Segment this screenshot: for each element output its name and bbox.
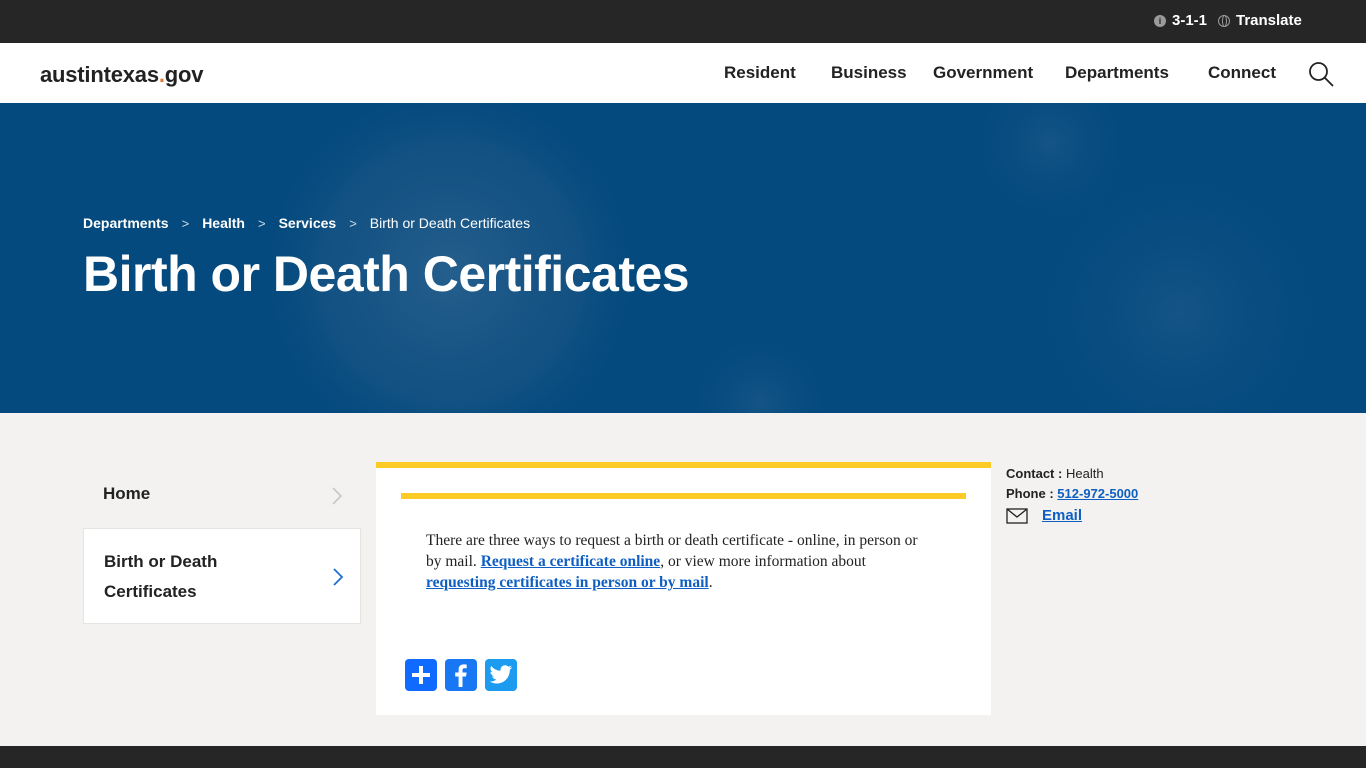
accent-divider [401, 493, 966, 499]
utility-bar: i 3-1-1 Translate [0, 0, 1366, 43]
phone-line: Phone : 512-972-5000 [1006, 484, 1138, 504]
breadcrumb-separator: > [181, 215, 190, 231]
breadcrumb-separator: > [349, 215, 357, 231]
contact-value: Health [1065, 466, 1104, 481]
request-online-link[interactable]: Request a certificate online [481, 553, 661, 570]
email-link[interactable]: Email [1042, 507, 1082, 524]
side-nav-item-birth-death-certificates[interactable]: Birth or Death Certificates [83, 528, 361, 624]
share-plus-icon [412, 666, 430, 684]
side-nav-label-home: Home [103, 484, 151, 503]
nav-resident[interactable]: Resident [724, 63, 796, 83]
translate-button[interactable]: Translate [1218, 12, 1302, 29]
facebook-icon [455, 664, 467, 687]
site-footer [0, 746, 1366, 768]
contact-line: Contact : Health [1006, 464, 1138, 484]
breadcrumb-health[interactable]: Health [202, 215, 245, 231]
logo-tld: gov [164, 62, 204, 87]
content-paragraph: There are three ways to request a birth … [426, 530, 936, 593]
side-nav-item-home[interactable]: Home [83, 462, 361, 528]
nav-business[interactable]: Business [831, 63, 907, 83]
info-icon: i [1154, 14, 1166, 27]
breadcrumb-separator: > [257, 215, 266, 231]
content-end: . [708, 574, 713, 591]
breadcrumb-departments[interactable]: Departments [83, 215, 169, 231]
nav-connect[interactable]: Connect [1208, 63, 1276, 83]
search-icon[interactable] [1308, 61, 1334, 87]
share-buttons [405, 659, 517, 691]
twitter-share-button[interactable] [485, 659, 517, 691]
logo-main: austintexas [40, 62, 159, 87]
twitter-icon [489, 665, 513, 684]
content-card: There are three ways to request a birth … [376, 462, 991, 715]
phone-label: Phone : [1006, 486, 1054, 501]
breadcrumb: Departments > Health > Services > Birth … [83, 215, 530, 231]
facebook-share-button[interactable] [445, 659, 477, 691]
translate-label: Translate [1236, 12, 1302, 29]
content-middle: , or view more information about [660, 553, 866, 570]
breadcrumb-services[interactable]: Services [279, 215, 337, 231]
share-plus-button[interactable] [405, 659, 437, 691]
request-in-person-mail-link[interactable]: requesting certificates in person or by … [426, 574, 709, 591]
chevron-right-icon [333, 568, 344, 586]
chevron-right-icon [332, 487, 343, 505]
nav-departments[interactable]: Departments [1065, 63, 1169, 83]
three-one-one-link[interactable]: i 3-1-1 [1154, 12, 1207, 29]
three-one-one-label: 3-1-1 [1172, 12, 1208, 29]
contact-label: Contact : [1006, 466, 1063, 481]
nav-government[interactable]: Government [933, 63, 1033, 83]
breadcrumb-current: Birth or Death Certificates [369, 215, 531, 231]
site-logo[interactable]: austintexas.gov [40, 62, 203, 88]
side-nav-label-birth-death-certificates: Birth or Death Certificates [104, 552, 218, 601]
globe-icon [1218, 14, 1230, 27]
email-row: Email [1006, 507, 1138, 524]
contact-panel: Contact : Health Phone : 512-972-5000 Em… [1006, 464, 1138, 524]
phone-link[interactable]: 512-972-5000 [1057, 486, 1138, 501]
hero-banner: Departments > Health > Services > Birth … [0, 103, 1366, 413]
envelope-icon [1006, 507, 1028, 524]
side-nav: Home Birth or Death Certificates [83, 462, 361, 624]
page-title: Birth or Death Certificates [83, 246, 690, 302]
site-header: austintexas.gov Resident Business Govern… [0, 43, 1366, 103]
